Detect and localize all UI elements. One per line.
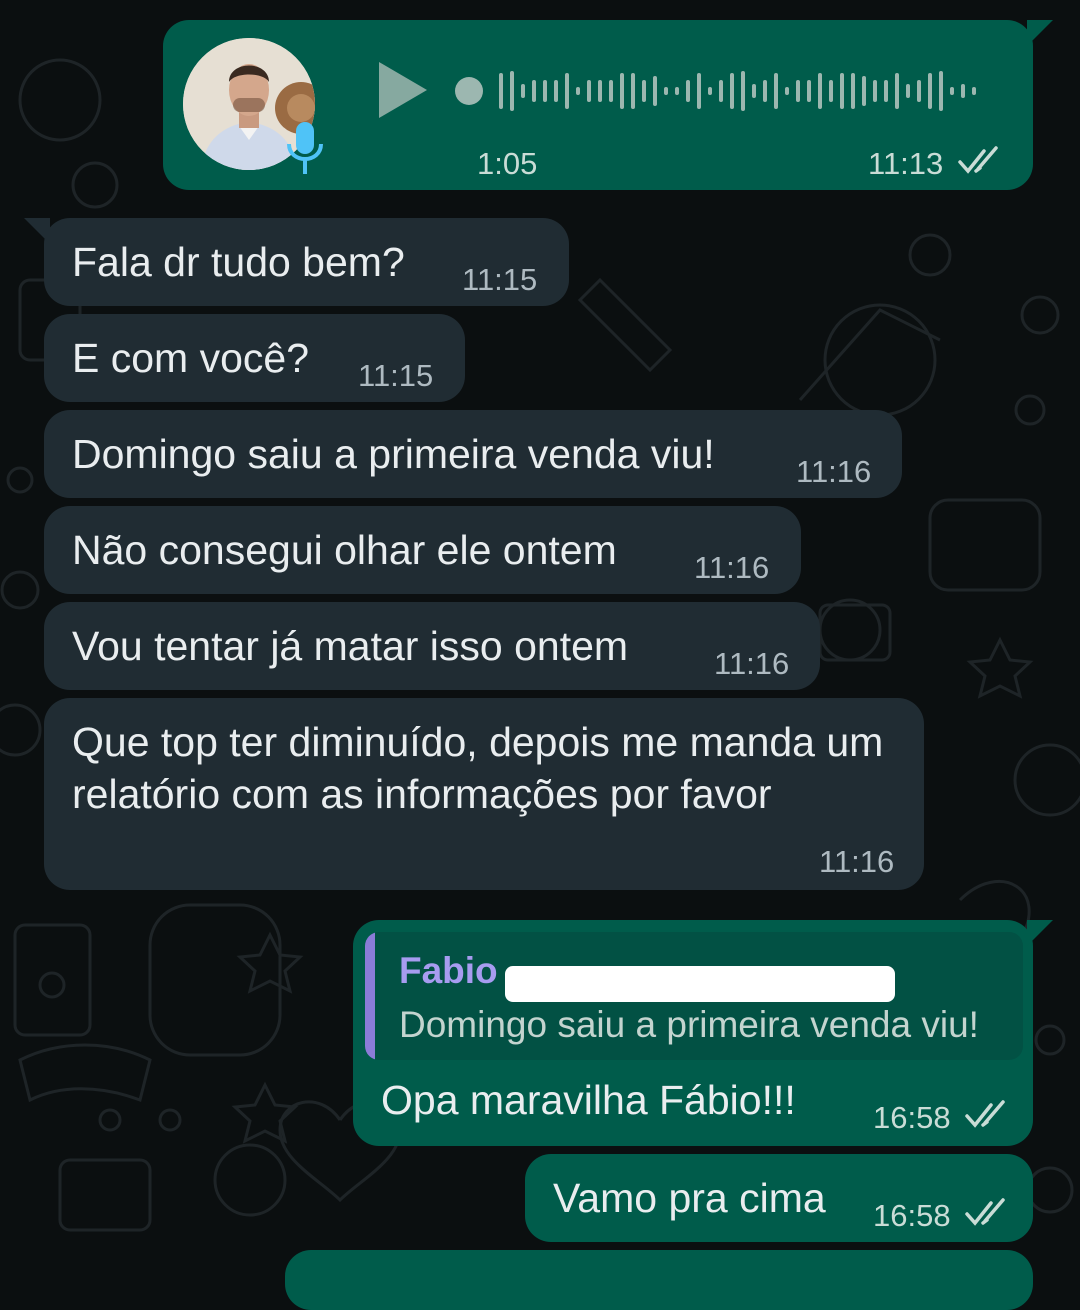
message-text: Vou tentar já matar isso ontem: [72, 623, 629, 669]
message-time: 11:16: [714, 646, 790, 681]
audio-waveform[interactable]: [455, 68, 995, 114]
message-time: 11:16: [796, 454, 872, 489]
message-time: 11:16: [819, 844, 895, 879]
waveform-bar: [752, 84, 756, 98]
outgoing-message[interactable]: Vamo pra cima 16:58: [525, 1154, 1033, 1242]
quoted-text: Domingo saiu a primeira venda viu!: [399, 1004, 979, 1045]
voice-message-bubble[interactable]: 1:05 11:13: [163, 20, 1053, 190]
waveform-bar: [719, 80, 723, 102]
waveform-bar: [785, 87, 789, 95]
waveform-bar: [862, 76, 866, 106]
waveform-bar: [884, 80, 888, 102]
message-text: Domingo saiu a primeira venda viu!: [72, 431, 715, 477]
message-time: 16:58: [873, 1198, 951, 1233]
message-text: Não consegui olhar ele ontem: [72, 527, 617, 573]
message-text: E com você?: [72, 335, 309, 381]
waveform-bar: [928, 73, 932, 109]
waveform-bar: [961, 84, 965, 98]
waveform-bar: [730, 73, 734, 109]
message-text: Fala dr tudo bem?: [72, 239, 405, 285]
waveform-bar: [950, 87, 954, 95]
waveform-bar: [620, 73, 624, 109]
microphone-icon: [283, 118, 327, 178]
message-text: Que top ter diminuído, depois me manda u…: [72, 719, 884, 817]
waveform-bar: [499, 73, 503, 109]
quoted-sender-name: Fabio: [399, 950, 498, 991]
read-receipt-icon: [958, 146, 998, 174]
incoming-message[interactable]: E com você? 11:15: [44, 314, 465, 402]
waveform-bar: [521, 84, 525, 98]
incoming-message[interactable]: Que top ter diminuído, depois me manda u…: [44, 698, 924, 890]
waveform-bar: [807, 80, 811, 102]
waveform-bar: [906, 84, 910, 98]
waveform-bar: [939, 71, 943, 111]
waveform-bar: [895, 73, 899, 109]
incoming-message[interactable]: Fala dr tudo bem? 11:15: [24, 218, 569, 306]
incoming-message[interactable]: Domingo saiu a primeira venda viu! 11:16: [44, 410, 902, 498]
incoming-message[interactable]: Não consegui olhar ele ontem 11:16: [44, 506, 801, 594]
waveform-bar: [532, 80, 536, 102]
waveform-bar: [664, 87, 668, 95]
waveform-bar: [653, 76, 657, 106]
waveform-bar: [972, 87, 976, 95]
outgoing-message-partial[interactable]: [285, 1250, 1033, 1310]
quote-accent-bar: [365, 932, 375, 1060]
waveform-bar: [554, 80, 558, 102]
waveform-bar: [587, 80, 591, 102]
waveform-bar: [510, 71, 514, 111]
play-icon[interactable]: [373, 58, 433, 122]
waveform-bar: [708, 87, 712, 95]
voice-duration: 1:05: [477, 146, 538, 181]
read-receipt-icon: [965, 1198, 1005, 1226]
message-time: 11:16: [694, 550, 770, 585]
waveform-bar: [818, 73, 822, 109]
message-time: 16:58: [873, 1100, 951, 1135]
message-time: 11:15: [462, 262, 538, 297]
waveform-bar: [917, 80, 921, 102]
incoming-message[interactable]: Vou tentar já matar isso ontem 11:16: [44, 602, 820, 690]
waveform-bar: [840, 73, 844, 109]
message-time: 11:13: [868, 146, 944, 181]
waveform-bar: [675, 87, 679, 95]
read-receipt-icon: [965, 1100, 1005, 1128]
waveform-bar: [829, 80, 833, 102]
waveform-bar: [686, 80, 690, 102]
waveform-bar: [796, 80, 800, 102]
waveform-bar: [873, 80, 877, 102]
waveform-bar: [598, 80, 602, 102]
waveform-bar: [543, 80, 547, 102]
waveform-bar: [631, 73, 635, 109]
message-text: Opa maravilha Fábio!!!: [381, 1077, 796, 1123]
playback-position-dot[interactable]: [455, 77, 483, 105]
waveform-bar: [851, 73, 855, 109]
waveform-bar: [576, 87, 580, 95]
waveform-bar: [642, 80, 646, 102]
message-time: 11:15: [358, 358, 434, 393]
waveform-bar: [565, 73, 569, 109]
waveform-bar: [763, 80, 767, 102]
waveform-bar: [741, 71, 745, 111]
waveform-bar: [697, 73, 701, 109]
waveform-bar: [774, 73, 778, 109]
redacted-surname: [505, 966, 895, 1002]
quoted-message[interactable]: Fabio Domingo saiu a primeira venda viu!: [365, 932, 1023, 1060]
outgoing-reply-message[interactable]: Fabio Domingo saiu a primeira venda viu!…: [353, 920, 1053, 1146]
message-text: Vamo pra cima: [553, 1175, 826, 1221]
waveform-bar: [609, 80, 613, 102]
